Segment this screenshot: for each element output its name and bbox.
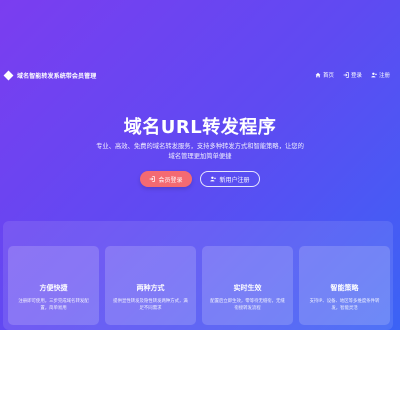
- user-plus-icon: [210, 176, 217, 182]
- feature-description: 支持IP、设备、地区等多维度条件转发，智能灵活: [309, 299, 380, 311]
- brand[interactable]: 域名智能转发系统带会员管理: [0, 70, 97, 80]
- user-plus-icon: [371, 72, 377, 78]
- hero-title: 域名URL转发程序: [123, 117, 277, 138]
- member-login-label: 会员登录: [158, 176, 183, 184]
- hero-description-line-2: 域名管理更加简单便捷: [168, 153, 232, 160]
- feature-description: 注册即可使用，三步完成域名转发配置，简单易用: [18, 299, 89, 311]
- nav-home-link[interactable]: 首页: [315, 71, 334, 79]
- hero-description-line-1: 专业、高效、免费的域名转发服务，支持多种转发方式和智能策略，让您的: [96, 143, 304, 150]
- brand-title: 域名智能转发系统带会员管理: [17, 72, 97, 80]
- login-icon: [150, 176, 156, 182]
- feature-title: 两种方式: [136, 284, 165, 292]
- home-icon: [315, 72, 321, 78]
- nav-register-label: 注册: [378, 73, 390, 79]
- new-user-register-button[interactable]: 新用户注册: [200, 171, 260, 187]
- feature-description: 配置后立即生效，零等待无缝衔，无缝衔接转发流程: [210, 299, 285, 311]
- hero-description: 专业、高效、免费的域名转发服务，支持多种转发方式和智能策略，让您的 域名管理更加…: [0, 142, 400, 162]
- nav-login-link[interactable]: 登录: [343, 71, 362, 79]
- feature-title: 方便快捷: [39, 284, 68, 292]
- member-login-button[interactable]: 会员登录: [140, 171, 192, 187]
- feature-card-convenient: 方便快捷 注册即可使用，三步完成域名转发配置，简单易用: [8, 246, 99, 325]
- feature-description: 提供显性转发及隐性转发两种方式，满足不同需求: [113, 299, 188, 311]
- navbar: 域名智能转发系统带会员管理 首页 登录 注册: [0, 67, 400, 83]
- hero-buttons: 会员登录 新用户注册: [0, 171, 400, 187]
- feature-card-smart-strategy: 智能策略 支持IP、设备、地区等多维度条件转发，智能灵活: [299, 246, 390, 325]
- hero-section: 域名智能转发系统带会员管理 首页 登录 注册 域名URL转发程序 专业、高效、免…: [0, 0, 400, 330]
- nav-links: 首页 登录 注册: [315, 71, 400, 79]
- feature-title: 智能策略: [330, 284, 359, 292]
- diamond-logo-icon: [3, 70, 14, 80]
- nav-home-label: 首页: [322, 73, 334, 79]
- features-panel: 方便快捷 注册即可使用，三步完成域名转发配置，简单易用 两种方式 提供显性转发及…: [3, 221, 393, 330]
- nav-register-link[interactable]: 注册: [371, 71, 390, 79]
- feature-card-two-methods: 两种方式 提供显性转发及隐性转发两种方式，满足不同需求: [105, 246, 196, 325]
- nav-login-label: 登录: [350, 73, 362, 79]
- feature-title: 实时生效: [233, 284, 262, 292]
- new-user-register-label: 新用户注册: [219, 176, 250, 184]
- feature-card-realtime: 实时生效 配置后立即生效，零等待无缝衔，无缝衔接转发流程: [202, 246, 293, 325]
- login-icon: [343, 72, 349, 78]
